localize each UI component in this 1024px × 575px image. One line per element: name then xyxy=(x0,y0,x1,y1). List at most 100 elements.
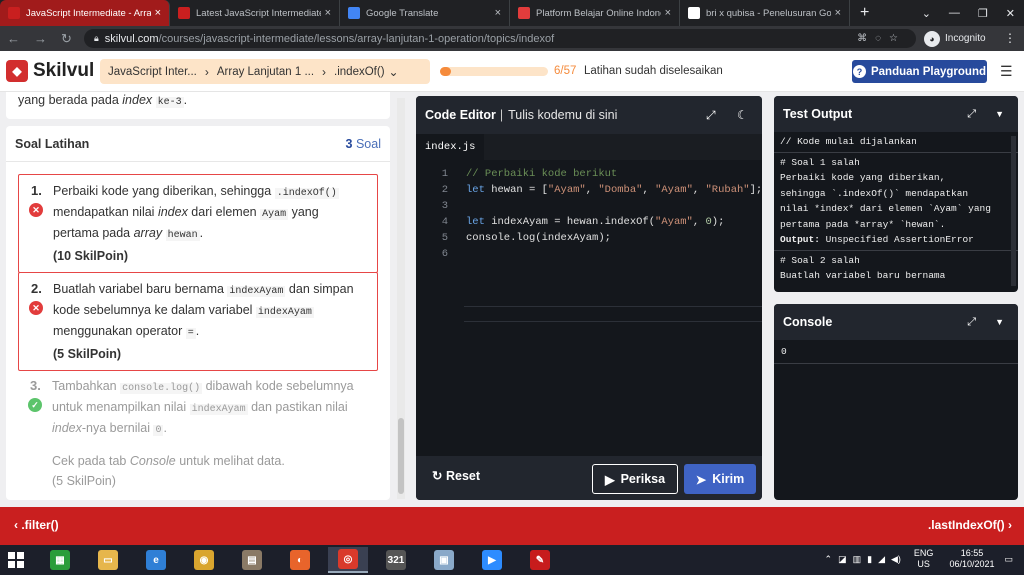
code-editor-header: Code Editor | Tulis kodemu di sini ⤢ ☾ xyxy=(416,96,762,134)
new-tab-button[interactable]: + xyxy=(850,0,879,26)
taskbar-app[interactable]: ◐ xyxy=(280,547,320,573)
next-topic-link[interactable]: .lastIndexOf() › xyxy=(928,518,1012,532)
calendar-app-icon: 321 xyxy=(386,550,406,570)
dark-mode-icon[interactable]: ☾ xyxy=(737,108,748,122)
browser-tab-4[interactable]: Platform Belajar Online Indone × xyxy=(510,0,680,26)
inline-code: .indexOf() xyxy=(274,188,339,199)
test-output-header: Test Output ⤢ ▼ xyxy=(774,96,1018,132)
line-number: 5 xyxy=(441,232,448,244)
file-tab-index-js[interactable]: index.js xyxy=(416,134,485,160)
text-part: dan pastikan nilai xyxy=(247,400,348,414)
browser-tab-2[interactable]: Latest JavaScript Intermediate × xyxy=(170,0,340,26)
browser-menu-icon[interactable]: ⋮ xyxy=(1004,31,1016,45)
taskbar-app[interactable]: ▤ xyxy=(232,547,272,573)
taskbar-app[interactable]: ▣ xyxy=(424,547,464,573)
taskbar-app[interactable]: ✎ xyxy=(520,547,560,573)
exercise-number: 3. xyxy=(30,378,41,393)
windows-start-icon[interactable] xyxy=(8,552,24,568)
network-icon[interactable]: ◢ xyxy=(878,554,885,565)
hamburger-menu-icon[interactable]: ☰ xyxy=(1000,63,1013,80)
tray-color-icon[interactable]: ▥ xyxy=(853,554,862,565)
taskbar-app[interactable]: ◎ xyxy=(328,547,368,573)
taskbar-app[interactable]: ▶ xyxy=(472,547,512,573)
exercise-number: 1. xyxy=(31,183,42,198)
expand-icon[interactable]: ⤢ xyxy=(967,108,976,121)
playground-guide-button[interactable]: ? Panduan Playground xyxy=(852,60,987,83)
lesson-progress-bar xyxy=(440,67,548,76)
close-tab-icon[interactable]: × xyxy=(155,7,161,19)
workspace: yang berada pada index ke-3. Soal Latiha… xyxy=(0,92,1024,507)
left-scrollbar[interactable] xyxy=(397,98,405,499)
browser-tab-1[interactable]: JavaScript Intermediate - Array × xyxy=(0,0,170,26)
test-output-scrollbar[interactable] xyxy=(1011,136,1016,286)
browser-tab-3[interactable]: Google Translate × xyxy=(340,0,510,26)
translate-page-icon[interactable]: ⌘ xyxy=(857,33,875,44)
code-token: "Domba" xyxy=(598,184,643,196)
url-domain: skilvul.com xyxy=(104,32,159,45)
browser-tab-5[interactable]: bri x qubisa - Penelusuran Goo × xyxy=(680,0,850,26)
prev-topic-link[interactable]: ‹ .filter() xyxy=(14,518,59,532)
lesson-text-part: . xyxy=(183,93,188,107)
taskbar-app[interactable]: ▦ xyxy=(40,547,80,573)
tab-title: Latest JavaScript Intermediate xyxy=(196,7,321,19)
expand-icon[interactable]: ⤢ xyxy=(706,108,716,123)
lesson-text: yang berada pada index ke-3. xyxy=(6,92,390,119)
minimize-icon[interactable]: — xyxy=(940,7,969,19)
forward-icon[interactable]: → xyxy=(27,31,54,46)
skilvul-logo[interactable]: ◆ Skilvul xyxy=(6,60,94,82)
notification-icon[interactable]: ▭ xyxy=(1004,554,1013,565)
skilvul-icon xyxy=(8,7,20,19)
tray-chevron-icon[interactable]: ⌃ xyxy=(825,554,833,565)
tracking-icon[interactable]: ◌ xyxy=(875,33,889,44)
text-part: . xyxy=(199,226,204,240)
code-token: "Ayam" xyxy=(655,184,693,196)
close-tab-icon[interactable]: × xyxy=(835,7,841,19)
test-output-panel: Test Output ⤢ ▼ // Kode mulai dijalankan… xyxy=(774,96,1018,292)
input-language[interactable]: ENG US xyxy=(914,548,934,570)
system-clock[interactable]: 16:55 06/10/2021 xyxy=(949,548,994,570)
submit-button[interactable]: ➤ Kirim xyxy=(684,464,756,494)
tray-app-icon[interactable]: ◪ xyxy=(838,554,847,565)
close-tab-icon[interactable]: × xyxy=(325,7,331,19)
reset-button[interactable]: ↻ Reset xyxy=(432,468,480,483)
chevron-down-icon[interactable]: ▼ xyxy=(995,109,1004,119)
close-tab-icon[interactable]: × xyxy=(665,7,671,19)
test-output-start: // Kode mulai dijalankan xyxy=(774,132,1018,153)
expand-icon[interactable]: ⤢ xyxy=(967,316,976,329)
text-part: Perbaiki kode yang diberikan, sehingga xyxy=(53,184,275,198)
line-number: 4 xyxy=(441,216,448,228)
code-token: , xyxy=(585,184,599,196)
back-icon[interactable]: ← xyxy=(0,31,27,46)
code-token: , xyxy=(642,184,656,196)
taskbar-app[interactable]: e xyxy=(136,547,176,573)
chevron-down-icon[interactable]: ▼ xyxy=(995,317,1004,327)
tab-search-icon[interactable]: ⌄ xyxy=(913,7,940,20)
incognito-label: Incognito xyxy=(945,33,986,44)
reload-icon[interactable]: ↻ xyxy=(54,31,79,47)
volume-icon[interactable]: ◀) xyxy=(891,554,901,565)
bookmark-star-icon[interactable]: ☆ xyxy=(889,33,906,44)
app-header: ◆ Skilvul JavaScript Inter... › Array La… xyxy=(0,51,1024,92)
store-icon: ▦ xyxy=(50,550,70,570)
scrollbar-thumb[interactable] xyxy=(398,418,404,494)
breadcrumb-course[interactable]: JavaScript Inter... xyxy=(100,66,205,78)
code-editor: Code Editor | Tulis kodemu di sini ⤢ ☾ i… xyxy=(416,96,762,500)
close-window-icon[interactable]: ✕ xyxy=(997,7,1024,20)
maximize-icon[interactable]: ❐ xyxy=(969,7,997,20)
close-tab-icon[interactable]: × xyxy=(495,7,501,19)
error-icon: ✕ xyxy=(29,301,43,315)
code-token: indexAyam = hewan.indexOf( xyxy=(484,216,656,228)
code-area[interactable]: 1// Perbaiki kode berikut 2 let hewan = ["… xyxy=(416,166,762,452)
breadcrumb-lesson[interactable]: Array Lanjutan 1 ... xyxy=(209,66,322,78)
incognito-indicator[interactable]: ◕ Incognito xyxy=(924,29,986,48)
test-result-line: Perbaiki kode yang diberikan, xyxy=(780,172,946,183)
check-button[interactable]: ▶ Periksa xyxy=(592,464,678,494)
taskbar-app[interactable]: ▭ xyxy=(88,547,128,573)
taskbar-app[interactable]: 321 xyxy=(376,547,416,573)
taskbar-app[interactable]: ◉ xyxy=(184,547,224,573)
breadcrumb-topic[interactable]: .indexOf() xyxy=(326,66,393,78)
chevron-left-icon: ‹ xyxy=(14,518,18,532)
chevron-down-icon[interactable]: ⌄ xyxy=(389,65,399,79)
battery-icon[interactable]: ▮ xyxy=(867,554,872,565)
address-bar[interactable]: 🔒︎ skilvul.com/courses/javascript-interm… xyxy=(84,29,916,48)
